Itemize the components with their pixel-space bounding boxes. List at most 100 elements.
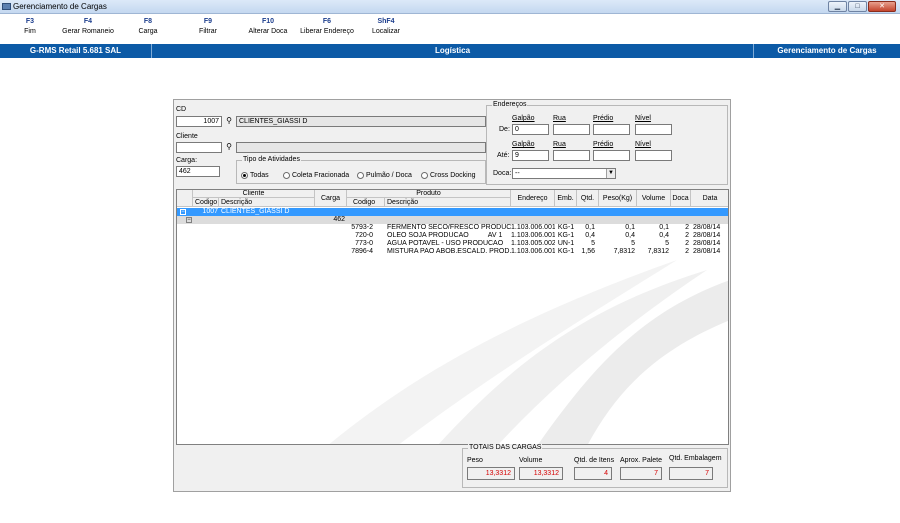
binoculars-icon[interactable]: ⚲ [224,116,234,126]
total-embalagem-label: Qtd. Embalagem [669,455,722,462]
produto-descricao: FERMENTO SECO/FRESCO PRODUCA [387,224,511,231]
produto-volume: 5 [665,240,669,247]
grid-header-qtd: Qtd. [577,190,599,207]
radio-label: Todas [250,172,269,179]
toolbar-liberar-endereco-button[interactable]: F6 Liberar Endereço [296,18,358,35]
total-palete-value: 7 [620,467,662,480]
produto-endereco: 1.103.006.001 [511,248,555,255]
grid-client-row[interactable]: − 1007 CLIENTES_GIASSI D [177,208,728,216]
system-version: G-RMS Retail 5.681 SAL [0,44,152,58]
produto-descricao: MISTURA PAO ABOB.ESCALD. PROD. [387,248,511,255]
grid-header-produto-descricao: Descrição [385,198,511,207]
totais-group: TOTAIS DAS CARGAS Peso Volume Qtd. de It… [462,444,728,488]
total-peso-label: Peso [467,457,483,464]
produto-doca: 2 [685,248,689,255]
toolbar-key: F4 [83,18,93,25]
de-galpao-field[interactable]: 0 [512,124,549,135]
produto-doca: 2 [685,240,689,247]
table-row[interactable]: 720-0 OLEO SOJA PRODUCAO AV 1 1.103.006.… [177,232,728,240]
grid-header-produto: Produto [347,190,511,198]
nivel-header: Nível [635,115,651,122]
galpao-header: Galpão [512,115,535,122]
produto-emb: KG-1 [557,224,575,231]
rua-header: Rua [553,115,566,122]
toolbar-label: Alterar Doca [248,28,288,35]
produto-codigo: 720-0 [355,232,373,239]
ate-predio-field[interactable] [593,150,630,161]
produto-data: 28/08/14 [693,248,721,255]
tipo-atividades-legend: Tipo de Atividades [242,156,301,163]
produto-codigo: 5793-2 [351,224,373,231]
total-volume-label: Volume [519,457,543,464]
toolbar-key: ShF4 [377,18,395,25]
produto-data: 28/08/14 [693,232,721,239]
total-embalagem-value: 7 [669,467,713,480]
ate-label: Até: [497,152,510,159]
carga-field[interactable]: 462 [176,166,220,177]
total-volume-value: 13,3312 [519,467,563,480]
collapse-icon[interactable]: − [186,217,192,223]
toolbar-carga-button[interactable]: F8 Carga [132,18,164,35]
radio-coleta-fracionada[interactable]: Coleta Fracionada [283,172,349,179]
toolbar-fim-button[interactable]: F3 Fim [16,18,44,35]
predio-header: Prédio [593,115,614,122]
ate-galpao-field[interactable]: 9 [512,150,549,161]
cargas-grid[interactable]: Cliente Carga Produto Endereço Emb. Qtd.… [176,189,729,445]
grid-header-cliente: Cliente [193,190,315,198]
table-row[interactable]: 773-0 AGUA POTAVEL - USO PRODUCAO 1.103.… [177,240,728,248]
client-codigo: 1007 [202,208,218,215]
total-itens-label: Qtd. de Itens [574,457,615,464]
grid-header-volume: Volume [637,190,671,207]
toolbar-filtrar-button[interactable]: F9 Filtrar [192,18,224,35]
toolbar-localizar-button[interactable]: ShF4 Localizar [366,18,406,35]
maximize-button[interactable]: □ [848,1,867,12]
table-row[interactable]: 5793-2 FERMENTO SECO/FRESCO PRODUCA 1.10… [177,224,728,232]
doca-label: Doca: [493,170,512,177]
ate-rua-field[interactable] [553,150,590,161]
radio-todas[interactable]: Todas [241,172,269,179]
collapse-icon[interactable]: − [180,209,186,215]
radio-label: Pulmão / Doca [366,172,412,179]
grid-header-cliente-codigo: Codigo [193,198,219,207]
produto-qtd: 0,4 [585,232,595,239]
tipo-atividades-group: Tipo de Atividades Todas Coleta Fraciona… [236,156,486,184]
produto-data: 28/08/14 [693,240,721,247]
cd-name-field: CLIENTES_GIASSI D [236,116,486,127]
close-button[interactable]: ✕ [868,1,896,12]
predio-header: Prédio [593,141,614,148]
cd-code-field[interactable]: 1007 [176,116,222,127]
toolbar-gerar-romaneio-button[interactable]: F4 Gerar Romaneio [58,18,118,35]
screen-name: Gerenciamento de Cargas [777,46,877,55]
toolbar-key: F10 [261,18,275,25]
toolbar-key: F3 [25,18,35,25]
chevron-down-icon[interactable]: ▼ [606,169,615,178]
radio-pulmao-doca[interactable]: Pulmão / Doca [357,172,412,179]
produto-emb: KG-1 [557,232,575,239]
radio-label: Coleta Fracionada [292,172,350,179]
produto-volume: 0,1 [659,224,669,231]
ate-nivel-field[interactable] [635,150,672,161]
produto-endereco: 1.103.005.002 [511,240,555,247]
toolbar-label: Gerar Romaneio [62,28,114,35]
de-predio-field[interactable] [593,124,630,135]
cd-label: CD [176,106,187,113]
binoculars-icon[interactable]: ⚲ [224,142,234,152]
de-label: De: [499,126,510,133]
de-rua-field[interactable] [553,124,590,135]
grid-header-peso: Peso(Kg) [599,190,637,207]
toolbar-alterar-doca-button[interactable]: F10 Alterar Doca [244,18,292,35]
cliente-label: Cliente [176,133,198,140]
total-palete-label: Aprox. Palete [620,457,663,464]
doca-select[interactable]: -- ▼ [512,168,616,179]
produto-volume: 7,8312 [647,248,669,255]
produto-codigo: 773-0 [355,240,373,247]
toolbar-label: Localizar [371,28,400,35]
total-itens-value: 4 [574,467,612,480]
de-nivel-field[interactable] [635,124,672,135]
cliente-name-field [236,142,486,153]
minimize-button[interactable]: ▁ [828,1,847,12]
grid-carga-row[interactable]: − 462 [177,216,728,224]
radio-cross-docking[interactable]: Cross Docking [421,172,476,179]
cliente-code-field[interactable] [176,142,222,153]
table-row[interactable]: 7896-4 MISTURA PAO ABOB.ESCALD. PROD. 1.… [177,248,728,256]
